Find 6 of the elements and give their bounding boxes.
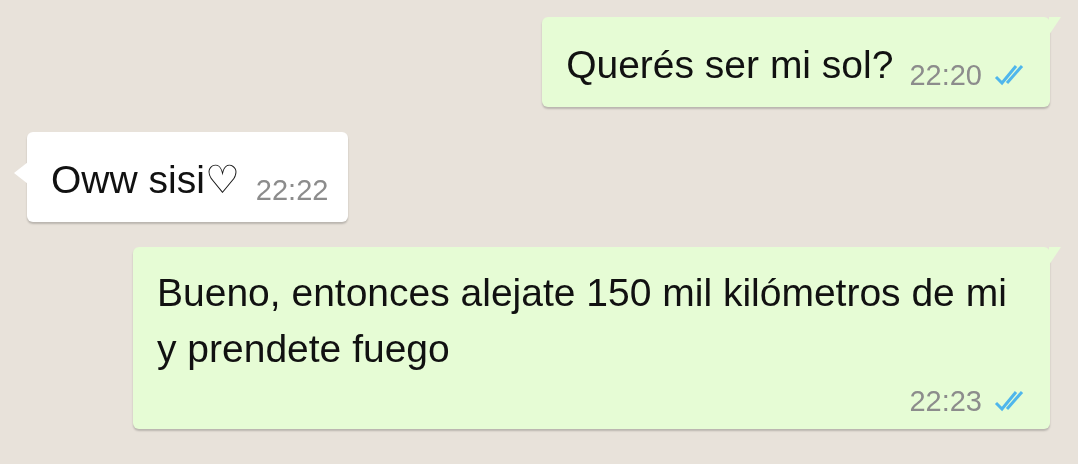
message-text: Bueno, entonces alejate 150 mil kilómetros de mi y prendete fuego (157, 270, 1008, 372)
message-time: 22:22 (255, 173, 329, 208)
message-time: 22:20 (909, 58, 982, 93)
message-text: Querés ser mi sol? (566, 42, 894, 88)
message-time: 22:23 (909, 384, 982, 419)
message-text: Oww sisi♡ (51, 157, 240, 203)
